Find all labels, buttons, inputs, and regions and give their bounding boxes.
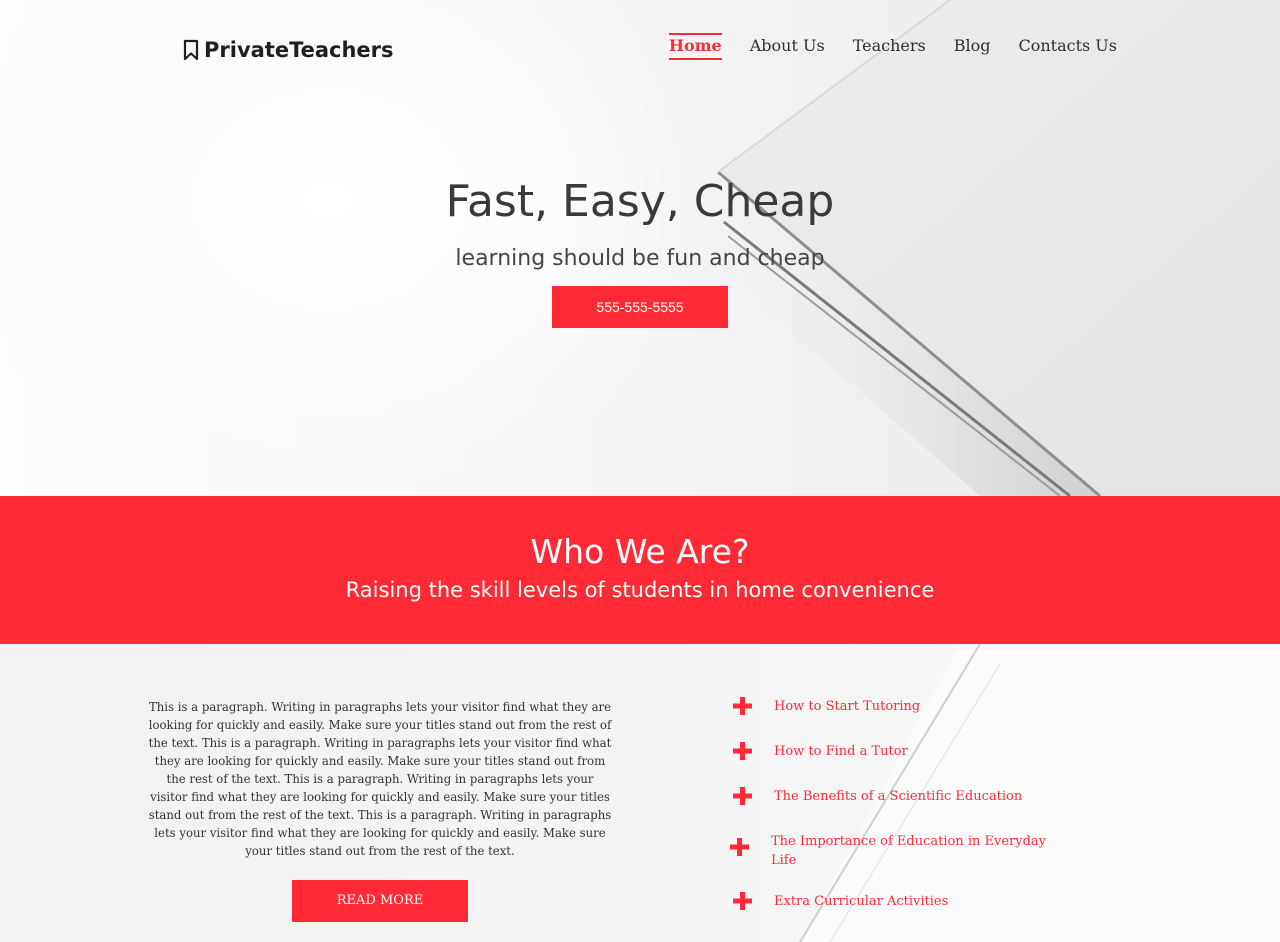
section-title: Who We Are?: [530, 532, 750, 571]
plus-icon: [732, 787, 754, 805]
plus-icon: [729, 838, 751, 856]
list-item[interactable]: How to Find a Tutor: [732, 742, 1054, 761]
plus-icon: [732, 697, 754, 715]
section-subtitle: Raising the skill levels of students in …: [345, 578, 935, 602]
read-more-button[interactable]: READ MORE: [292, 880, 468, 922]
nav-item-about-us[interactable]: About Us: [750, 34, 825, 60]
phone-button[interactable]: 555-555-5555: [552, 286, 728, 328]
plus-icon: [732, 892, 754, 910]
list-item[interactable]: The Importance of Education in Everyday …: [729, 832, 1051, 870]
plus-icon: [732, 742, 754, 760]
brand-name: PrivateTeachers: [204, 38, 394, 62]
list-item[interactable]: The Benefits of a Scientific Education: [732, 787, 1054, 806]
link-label[interactable]: The Benefits of a Scientific Education: [774, 787, 1054, 806]
link-label[interactable]: The Importance of Education in Everyday …: [771, 832, 1051, 870]
logo[interactable]: PrivateTeachers: [182, 38, 394, 62]
hero-title: Fast, Easy, Cheap: [445, 176, 835, 227]
link-label[interactable]: Extra Curricular Activities: [774, 892, 1054, 911]
page: PrivateTeachers Home About Us Teachers B…: [0, 0, 1280, 942]
nav-item-contacts-us[interactable]: Contacts Us: [1018, 34, 1117, 60]
main-nav: Home About Us Teachers Blog Contacts Us: [668, 33, 1117, 60]
list-item[interactable]: How to Start Tutoring: [732, 697, 1054, 716]
bookmark-icon: [182, 39, 200, 61]
link-label[interactable]: How to Start Tutoring: [774, 697, 1054, 716]
nav-item-home[interactable]: Home: [668, 33, 722, 60]
list-item[interactable]: Extra Curricular Activities: [732, 892, 1054, 911]
who-we-are-section: Who We Are? Raising the skill levels of …: [0, 496, 1280, 644]
nav-item-blog[interactable]: Blog: [954, 34, 991, 60]
nav-item-teachers[interactable]: Teachers: [853, 34, 926, 60]
hero-subtitle: learning should be fun and cheap: [455, 246, 825, 271]
intro-paragraph: This is a paragraph. Writing in paragrap…: [148, 700, 612, 858]
link-label[interactable]: How to Find a Tutor: [774, 742, 1054, 761]
